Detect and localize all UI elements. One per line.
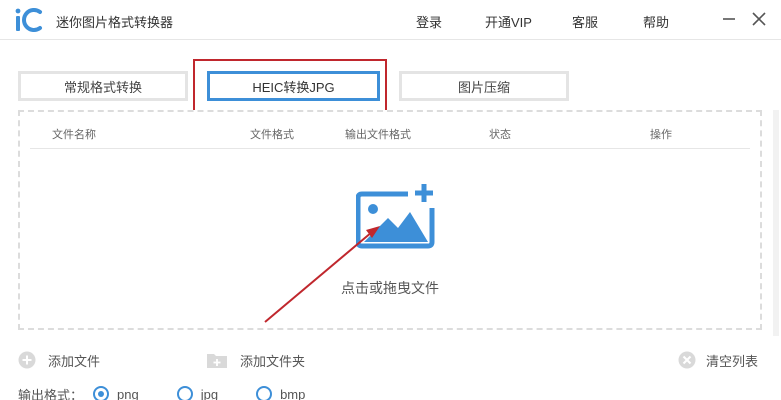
output-format-row: 输出格式： png jpg bmp	[18, 384, 305, 400]
radio-png-label: png	[117, 386, 139, 400]
radio-unchecked-icon	[256, 386, 273, 400]
close-icon[interactable]	[748, 8, 770, 30]
column-file-format: 文件格式	[250, 129, 294, 141]
folder-add-icon	[207, 354, 227, 368]
column-actions: 操作	[650, 129, 672, 141]
radio-bmp[interactable]: bmp	[256, 386, 305, 400]
help-link[interactable]: 帮助	[643, 12, 669, 31]
title-bar: 迷你图片格式转换器 登录 开通VIP 客服 帮助	[0, 0, 781, 40]
app-title: 迷你图片格式转换器	[56, 15, 174, 30]
minimize-icon[interactable]	[718, 8, 740, 30]
tab-regular-convert[interactable]: 常规格式转换	[18, 71, 188, 101]
column-status: 状态	[489, 129, 511, 141]
file-drop-zone[interactable]: 文件名称 文件格式 输出文件格式 状态 操作 点击或拖曳文件	[18, 110, 762, 330]
radio-png[interactable]: png	[93, 386, 139, 400]
add-image-icon[interactable]	[356, 182, 438, 252]
add-file-button[interactable]: 添加文件	[18, 350, 100, 370]
scrollbar[interactable]	[773, 110, 779, 336]
radio-jpg[interactable]: jpg	[176, 386, 219, 400]
tab-heic-to-jpg[interactable]: HEIC转换JPG	[207, 71, 380, 101]
clear-list-label: 清空列表	[706, 353, 759, 369]
column-file-name: 文件名称	[52, 129, 96, 141]
output-format-label: 输出格式：	[18, 387, 84, 400]
service-link[interactable]: 客服	[572, 12, 598, 31]
radio-jpg-label: jpg	[200, 386, 219, 400]
clear-list-button[interactable]: 清空列表	[678, 350, 758, 370]
table-header-divider	[30, 148, 750, 149]
app-logo-icon	[15, 8, 42, 32]
add-file-label: 添加文件	[48, 353, 101, 369]
radio-unchecked-icon	[176, 386, 193, 400]
add-circle-icon	[18, 351, 36, 369]
clear-circle-icon	[678, 351, 696, 369]
drop-hint[interactable]: 点击或拖曳文件	[20, 278, 760, 298]
vip-link[interactable]: 开通VIP	[485, 12, 532, 31]
column-output-format: 输出文件格式	[345, 129, 411, 141]
login-link[interactable]: 登录	[416, 12, 442, 31]
add-folder-label: 添加文件夹	[240, 353, 306, 369]
radio-bmp-label: bmp	[280, 386, 306, 400]
tab-image-compress[interactable]: 图片压缩	[399, 71, 569, 101]
add-folder-button[interactable]: 添加文件夹	[206, 350, 305, 370]
radio-checked-icon	[93, 386, 110, 400]
